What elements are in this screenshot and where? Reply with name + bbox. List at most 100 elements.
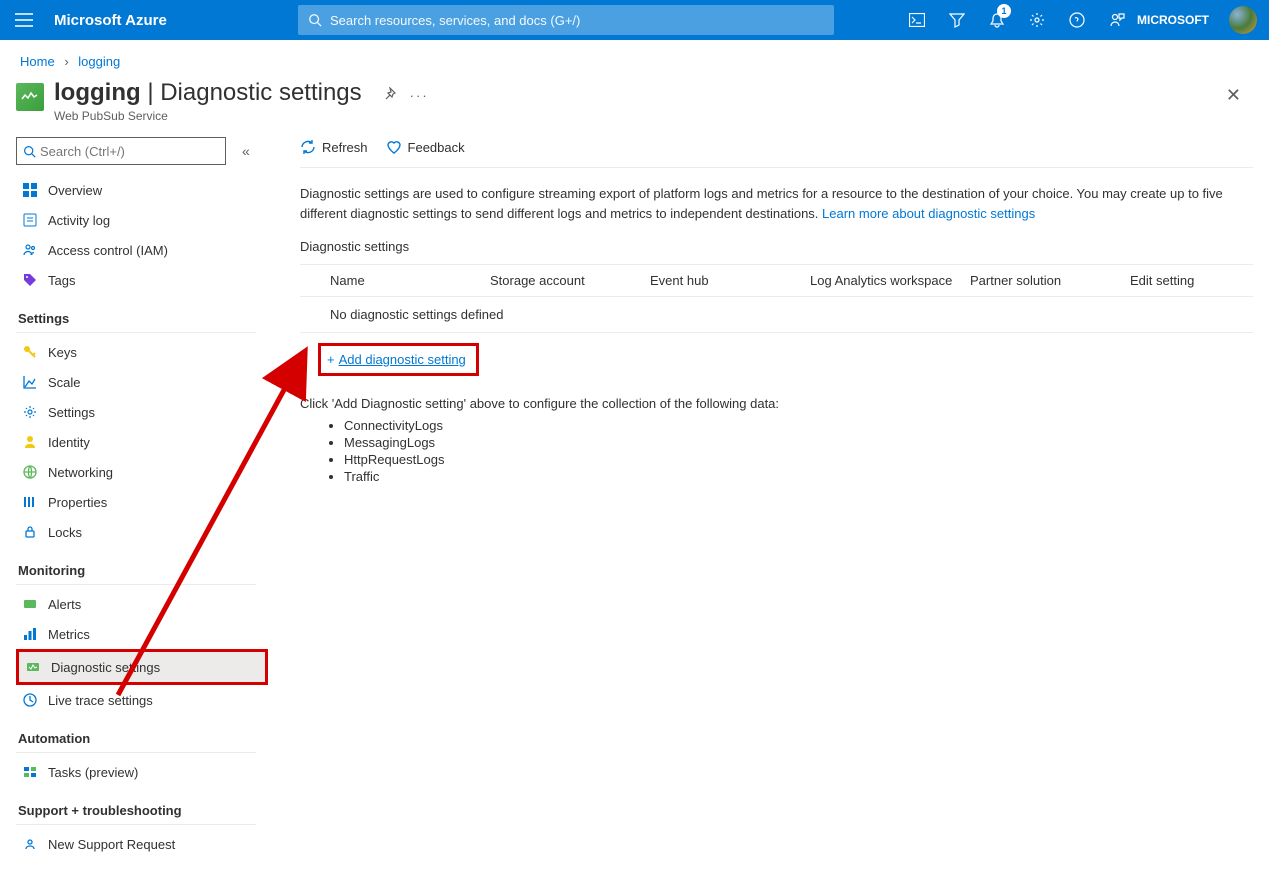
help-button[interactable] (1057, 0, 1097, 40)
nav-metrics[interactable]: Metrics (16, 619, 270, 649)
nav-properties[interactable]: Properties (16, 487, 270, 517)
breadcrumb-current[interactable]: logging (78, 54, 120, 69)
key-icon (22, 344, 38, 360)
sidebar-search[interactable] (16, 137, 226, 165)
add-diagnostic-highlight: + Add diagnostic setting (318, 343, 479, 376)
clock-icon (22, 692, 38, 708)
chevron-right-icon: › (64, 54, 68, 69)
learn-more-link[interactable]: Learn more about diagnostic settings (822, 206, 1035, 221)
empty-state: No diagnostic settings defined (300, 297, 1253, 333)
person-feedback-icon (1109, 12, 1125, 28)
nav-overview[interactable]: Overview (16, 175, 270, 205)
sidebar: « Overview Activity log Access control (… (16, 137, 270, 867)
add-diagnostic-setting-link[interactable]: Add diagnostic setting (339, 352, 466, 367)
command-bar: Refresh Feedback (300, 137, 1253, 167)
feedback-button-top[interactable] (1097, 0, 1137, 40)
people-icon (22, 242, 38, 258)
feedback-button[interactable]: Feedback (386, 139, 465, 155)
nav-access-control[interactable]: Access control (IAM) (16, 235, 270, 265)
more-button[interactable]: ··· (410, 88, 429, 103)
nav-group-monitoring: Monitoring (16, 555, 256, 585)
refresh-button[interactable]: Refresh (300, 139, 368, 155)
nav-locks[interactable]: Locks (16, 517, 270, 547)
table-header: Name Storage account Event hub Log Analy… (300, 264, 1253, 297)
gear-icon (1029, 12, 1045, 28)
col-edit: Edit setting (1130, 273, 1253, 288)
collapse-sidebar-button[interactable]: « (238, 139, 254, 163)
app-grid-icon (22, 182, 38, 198)
page-header: logging | Diagnostic settings Web PubSub… (0, 75, 1269, 137)
hint-block: Click 'Add Diagnostic setting' above to … (300, 396, 1253, 485)
description: Diagnostic settings are used to configur… (300, 184, 1253, 223)
header-bar: Microsoft Azure 1 MICROSOFT (0, 0, 1269, 40)
resource-name: logging (54, 79, 141, 106)
diagnostic-icon (25, 659, 41, 675)
global-search-input[interactable] (330, 13, 824, 28)
sidebar-search-input[interactable] (40, 144, 219, 159)
nav-label: Tags (48, 273, 75, 288)
network-icon (22, 464, 38, 480)
properties-icon (22, 494, 38, 510)
nav-label: Scale (48, 375, 81, 390)
notifications-button[interactable]: 1 (977, 0, 1017, 40)
breadcrumb-home[interactable]: Home (20, 54, 55, 69)
tasks-icon (22, 764, 38, 780)
nav-alerts[interactable]: Alerts (16, 589, 270, 619)
tenant-label[interactable]: MICROSOFT (1137, 13, 1217, 27)
data-type-item: HttpRequestLogs (344, 451, 1253, 468)
nav-label: Properties (48, 495, 107, 510)
nav-live-trace[interactable]: Live trace settings (16, 685, 270, 715)
nav-label: Metrics (48, 627, 90, 642)
pin-button[interactable] (382, 87, 396, 104)
col-storage: Storage account (490, 273, 650, 288)
resource-type: Web PubSub Service (54, 109, 362, 123)
cloud-shell-icon (909, 13, 925, 27)
data-type-item: Traffic (344, 468, 1253, 485)
global-search[interactable] (298, 5, 834, 35)
nav-label: Activity log (48, 213, 110, 228)
alert-icon (22, 596, 38, 612)
nav-group-settings: Settings (16, 303, 256, 333)
nav-activity-log[interactable]: Activity log (16, 205, 270, 235)
brand-label[interactable]: Microsoft Azure (48, 12, 218, 29)
nav-identity[interactable]: Identity (16, 427, 270, 457)
nav-networking[interactable]: Networking (16, 457, 270, 487)
nav-group-automation: Automation (16, 723, 256, 753)
nav-label: Settings (48, 405, 95, 420)
support-icon (22, 836, 38, 852)
col-partner: Partner solution (970, 273, 1130, 288)
cloud-shell-button[interactable] (897, 0, 937, 40)
settings-button[interactable] (1017, 0, 1057, 40)
nav-new-support[interactable]: New Support Request (16, 829, 270, 859)
refresh-label: Refresh (322, 140, 368, 155)
log-icon (22, 212, 38, 228)
nav-label: Networking (48, 465, 113, 480)
nav-tasks[interactable]: Tasks (preview) (16, 757, 270, 787)
nav-label: Alerts (48, 597, 81, 612)
nav-tags[interactable]: Tags (16, 265, 270, 295)
nav-settings[interactable]: Settings (16, 397, 270, 427)
main-content: Refresh Feedback Diagnostic settings are… (270, 137, 1253, 867)
heart-icon (386, 139, 402, 155)
filter-icon (949, 12, 965, 28)
user-avatar[interactable] (1229, 6, 1257, 34)
header-actions: 1 (897, 0, 1137, 40)
nav-scale[interactable]: Scale (16, 367, 270, 397)
hamburger-icon (15, 13, 33, 27)
hamburger-menu[interactable] (0, 0, 48, 40)
page-title: logging | Diagnostic settings (54, 79, 362, 107)
nav-label: New Support Request (48, 837, 175, 852)
close-button[interactable]: ✕ (1218, 81, 1249, 109)
nav-keys[interactable]: Keys (16, 337, 270, 367)
scale-icon (22, 374, 38, 390)
nav-label: Tasks (preview) (48, 765, 138, 780)
directory-filter-button[interactable] (937, 0, 977, 40)
search-icon (308, 13, 322, 27)
pin-icon (382, 87, 396, 101)
identity-icon (22, 434, 38, 450)
col-law: Log Analytics workspace (810, 273, 970, 288)
nav-label: Identity (48, 435, 90, 450)
nav-diagnostic-settings[interactable]: Diagnostic settings (19, 652, 265, 682)
search-icon (23, 145, 36, 158)
nav-label: Access control (IAM) (48, 243, 168, 258)
